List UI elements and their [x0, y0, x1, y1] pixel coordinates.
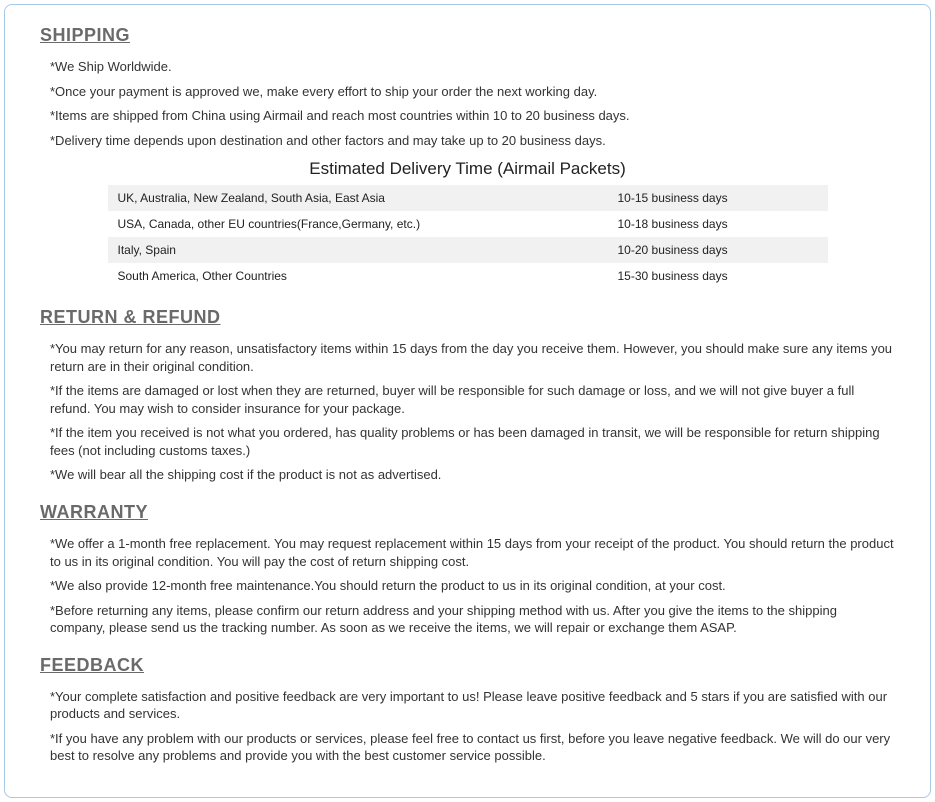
delivery-table: UK, Australia, New Zealand, South Asia, … [108, 185, 828, 289]
warranty-bullet: *Before returning any items, please conf… [50, 602, 895, 637]
feedback-bullets: *Your complete satisfaction and positive… [40, 688, 895, 765]
return-bullet: *If the items are damaged or lost when t… [50, 382, 895, 417]
warranty-bullets: *We offer a 1-month free replacement. Yo… [40, 535, 895, 637]
warranty-bullet: *We offer a 1-month free replacement. Yo… [50, 535, 895, 570]
warranty-bullet: *We also provide 12-month free maintenan… [50, 577, 895, 595]
table-row: UK, Australia, New Zealand, South Asia, … [108, 185, 828, 211]
region-cell: South America, Other Countries [108, 263, 608, 289]
time-cell: 15-30 business days [608, 263, 828, 289]
time-cell: 10-18 business days [608, 211, 828, 237]
feedback-bullet: *If you have any problem with our produc… [50, 730, 895, 765]
return-bullet: *We will bear all the shipping cost if t… [50, 466, 895, 484]
table-row: South America, Other Countries 15-30 bus… [108, 263, 828, 289]
return-heading: RETURN & REFUND [40, 307, 895, 328]
warranty-heading: WARRANTY [40, 502, 895, 523]
region-cell: UK, Australia, New Zealand, South Asia, … [108, 185, 608, 211]
shipping-bullet: *Items are shipped from China using Airm… [50, 107, 895, 125]
shipping-bullet: *We Ship Worldwide. [50, 58, 895, 76]
policy-container: SHIPPING *We Ship Worldwide. *Once your … [4, 4, 931, 798]
shipping-bullet: *Once your payment is approved we, make … [50, 83, 895, 101]
feedback-heading: FEEDBACK [40, 655, 895, 676]
shipping-bullet: *Delivery time depends upon destination … [50, 132, 895, 150]
table-row: Italy, Spain 10-20 business days [108, 237, 828, 263]
shipping-bullets: *We Ship Worldwide. *Once your payment i… [40, 58, 895, 149]
time-cell: 10-20 business days [608, 237, 828, 263]
return-bullets: *You may return for any reason, unsatisf… [40, 340, 895, 484]
return-bullet: *You may return for any reason, unsatisf… [50, 340, 895, 375]
shipping-heading: SHIPPING [40, 25, 895, 46]
time-cell: 10-15 business days [608, 185, 828, 211]
feedback-bullet: *Your complete satisfaction and positive… [50, 688, 895, 723]
return-bullet: *If the item you received is not what yo… [50, 424, 895, 459]
table-row: USA, Canada, other EU countries(France,G… [108, 211, 828, 237]
region-cell: Italy, Spain [108, 237, 608, 263]
delivery-table-title: Estimated Delivery Time (Airmail Packets… [40, 159, 895, 179]
region-cell: USA, Canada, other EU countries(France,G… [108, 211, 608, 237]
